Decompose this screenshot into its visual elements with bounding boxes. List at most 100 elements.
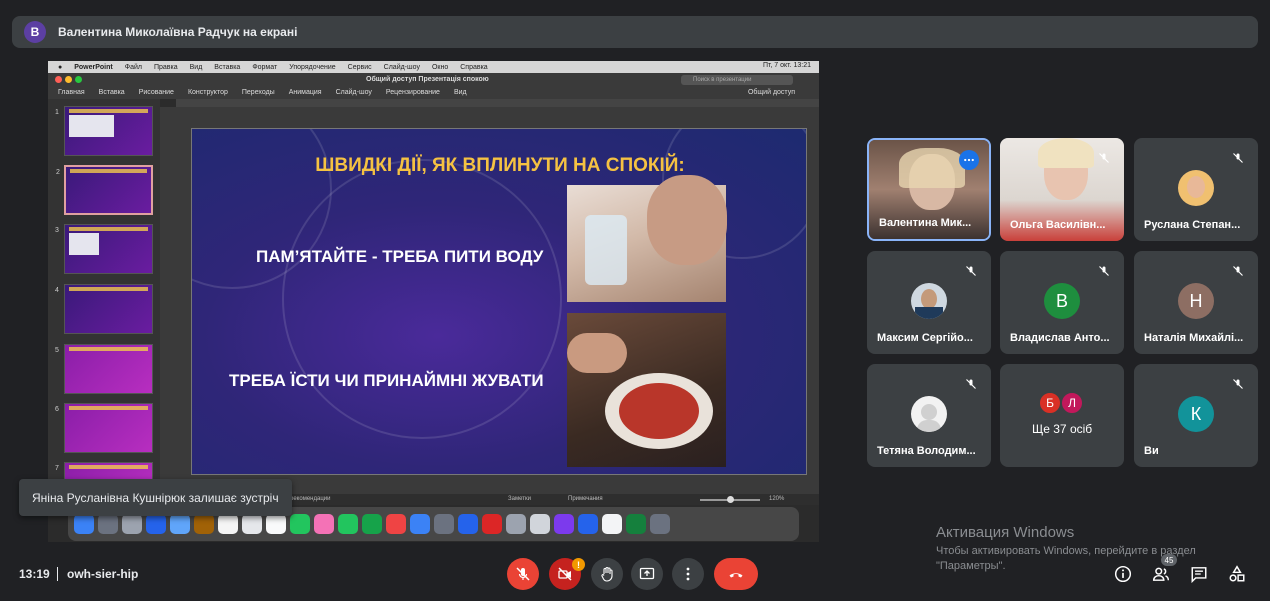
participant-name: Тетяна Володим... bbox=[877, 445, 976, 457]
reminders-icon bbox=[266, 514, 286, 534]
notes-label: Заметки bbox=[508, 496, 531, 502]
ribbon-tab: Рецензирование bbox=[385, 89, 440, 96]
raise-hand-button[interactable] bbox=[591, 558, 623, 590]
participant-tile[interactable]: Валентина Мик... bbox=[867, 138, 991, 241]
people-button[interactable] bbox=[1150, 563, 1172, 585]
mac-menu-item: Сервис bbox=[347, 63, 372, 71]
close-dot-icon bbox=[55, 76, 62, 83]
participant-tile-self[interactable]: К Ви bbox=[1134, 364, 1258, 467]
activities-button[interactable] bbox=[1226, 563, 1248, 585]
zoom-slider bbox=[700, 496, 760, 503]
participant-tile[interactable]: В Владислав Анто... bbox=[1000, 251, 1124, 354]
thumb-number: 4 bbox=[55, 287, 59, 294]
mic-off-icon bbox=[1228, 148, 1248, 168]
participant-tile[interactable]: Н Наталія Михайлі... bbox=[1134, 251, 1258, 354]
mic-off-icon bbox=[516, 567, 530, 581]
mac-menu-item: Правка bbox=[153, 63, 178, 71]
more-options-icon[interactable] bbox=[959, 150, 979, 170]
mic-off-icon bbox=[1094, 261, 1114, 281]
participant-name: Владислав Анто... bbox=[1010, 332, 1110, 344]
camera-off-icon bbox=[558, 567, 572, 581]
participant-name: Ви bbox=[1144, 445, 1159, 457]
presenter-text: Валентина Миколаївна Радчук на екрані bbox=[58, 25, 298, 39]
participant-name: Руслана Степан... bbox=[1144, 219, 1241, 231]
facetime-icon bbox=[362, 514, 382, 534]
ribbon-tab: Слайд-шоу bbox=[335, 89, 372, 96]
divider bbox=[57, 567, 58, 581]
mac-menu-item: Формат bbox=[252, 63, 278, 71]
document-title: Общий доступ Презентація спокою bbox=[366, 76, 489, 83]
photos-icon bbox=[314, 514, 334, 534]
ribbon-tab: Главная bbox=[58, 89, 85, 96]
mac-menu-item: PowerPoint bbox=[74, 63, 113, 71]
excel-icon bbox=[626, 514, 646, 534]
mac-menu-item: Файл bbox=[124, 63, 142, 71]
ribbon-tab: Конструктор bbox=[187, 89, 228, 96]
participant-avatar: Н bbox=[1178, 283, 1214, 319]
participant-name: Ольга Василівн... bbox=[1010, 219, 1106, 231]
more-options-button[interactable] bbox=[672, 558, 704, 590]
meeting-details-button[interactable] bbox=[1112, 563, 1134, 585]
mac-menu-item: Справка bbox=[460, 63, 488, 71]
pp-search: Поиск в презентации bbox=[681, 75, 793, 85]
info-icon bbox=[1114, 565, 1132, 583]
present-icon bbox=[639, 567, 655, 580]
participant-avatar bbox=[911, 283, 947, 319]
participant-name: Валентина Мик... bbox=[879, 217, 972, 229]
ribbon-tab: Анимация bbox=[288, 89, 322, 96]
thumb-number: 7 bbox=[55, 465, 59, 472]
ribbon-tab: Рисование bbox=[138, 89, 174, 96]
more-participants-tile[interactable]: Б Л Ще 37 осіб bbox=[1000, 364, 1124, 467]
mic-toggle-button[interactable] bbox=[507, 558, 539, 590]
more-participants-label: Ще 37 осіб bbox=[1032, 422, 1093, 436]
mic-off-icon bbox=[1094, 148, 1114, 168]
leave-call-button[interactable] bbox=[714, 558, 758, 590]
participant-tile[interactable]: Ольга Василівн... bbox=[1000, 138, 1124, 241]
participant-avatar bbox=[1178, 170, 1214, 206]
hangup-icon bbox=[729, 573, 743, 578]
ribbon-tabs: Главная Вставка Рисование Конструктор Пе… bbox=[48, 87, 819, 99]
participant-tile[interactable]: Тетяна Володим... bbox=[867, 364, 991, 467]
participant-avatar bbox=[911, 396, 947, 432]
participant-avatar: Б bbox=[1038, 391, 1062, 415]
participant-name: Наталія Михайлі... bbox=[1144, 332, 1244, 344]
minimize-dot-icon bbox=[65, 76, 72, 83]
slide-thumb-selected: 2 bbox=[56, 165, 153, 215]
current-slide: ШВИДКІ ДІЇ, ЯК ВПЛИНУТИ НА СПОКІЙ: ПАМ’Я… bbox=[191, 128, 807, 475]
slide-text-water: ПАМ’ЯТАЙТЕ - ТРЕБА ПИТИ ВОДУ bbox=[256, 247, 544, 266]
pp-share: Общий доступ bbox=[747, 89, 795, 96]
slide-thumb: 3 bbox=[55, 224, 153, 274]
participant-tile[interactable]: Максим Сергійо... bbox=[867, 251, 991, 354]
thumb-number: 1 bbox=[55, 109, 59, 116]
participant-tile[interactable]: Руслана Степан... bbox=[1134, 138, 1258, 241]
status-left: рекомендации bbox=[290, 496, 331, 502]
mac-clock: Пт, 7 окт. 13:21 bbox=[762, 62, 811, 69]
mac-menu-item: Окно bbox=[431, 63, 449, 71]
preview-icon bbox=[506, 514, 526, 534]
ribbon-tab: Вставка bbox=[98, 89, 125, 96]
comments-label: Примечания bbox=[568, 496, 603, 502]
mac-menu-item: Упорядочение bbox=[289, 63, 336, 71]
soup-photo bbox=[567, 313, 726, 467]
mic-off-icon bbox=[961, 374, 981, 394]
mac-menu-item: Вставка bbox=[214, 63, 241, 71]
settings-icon bbox=[434, 514, 454, 534]
ruler bbox=[176, 99, 819, 107]
chat-button[interactable] bbox=[1188, 563, 1210, 585]
finder-icon bbox=[74, 514, 94, 534]
notes-icon bbox=[242, 514, 262, 534]
participant-avatar: В bbox=[1044, 283, 1080, 319]
mic-off-icon bbox=[1228, 374, 1248, 394]
mac-menu-item: Вид bbox=[189, 63, 203, 71]
slide-text-eat: ТРЕБА ЇСТИ ЧИ ПРИНАЙМНІ ЖУВАТИ bbox=[229, 371, 544, 390]
safari-icon bbox=[146, 514, 166, 534]
appstore-icon bbox=[410, 514, 430, 534]
slide-title: ШВИДКІ ДІЇ, ЯК ВПЛИНУТИ НА СПОКІЙ: bbox=[315, 155, 685, 176]
mic-off-icon bbox=[961, 261, 981, 281]
presenter-bar: В Валентина Миколаївна Радчук на екрані bbox=[12, 16, 1258, 48]
powerpoint-icon bbox=[482, 514, 502, 534]
textedit-icon bbox=[602, 514, 622, 534]
thumb-number: 2 bbox=[56, 169, 60, 176]
participant-name: Максим Сергійо... bbox=[877, 332, 973, 344]
present-button[interactable] bbox=[631, 558, 663, 590]
